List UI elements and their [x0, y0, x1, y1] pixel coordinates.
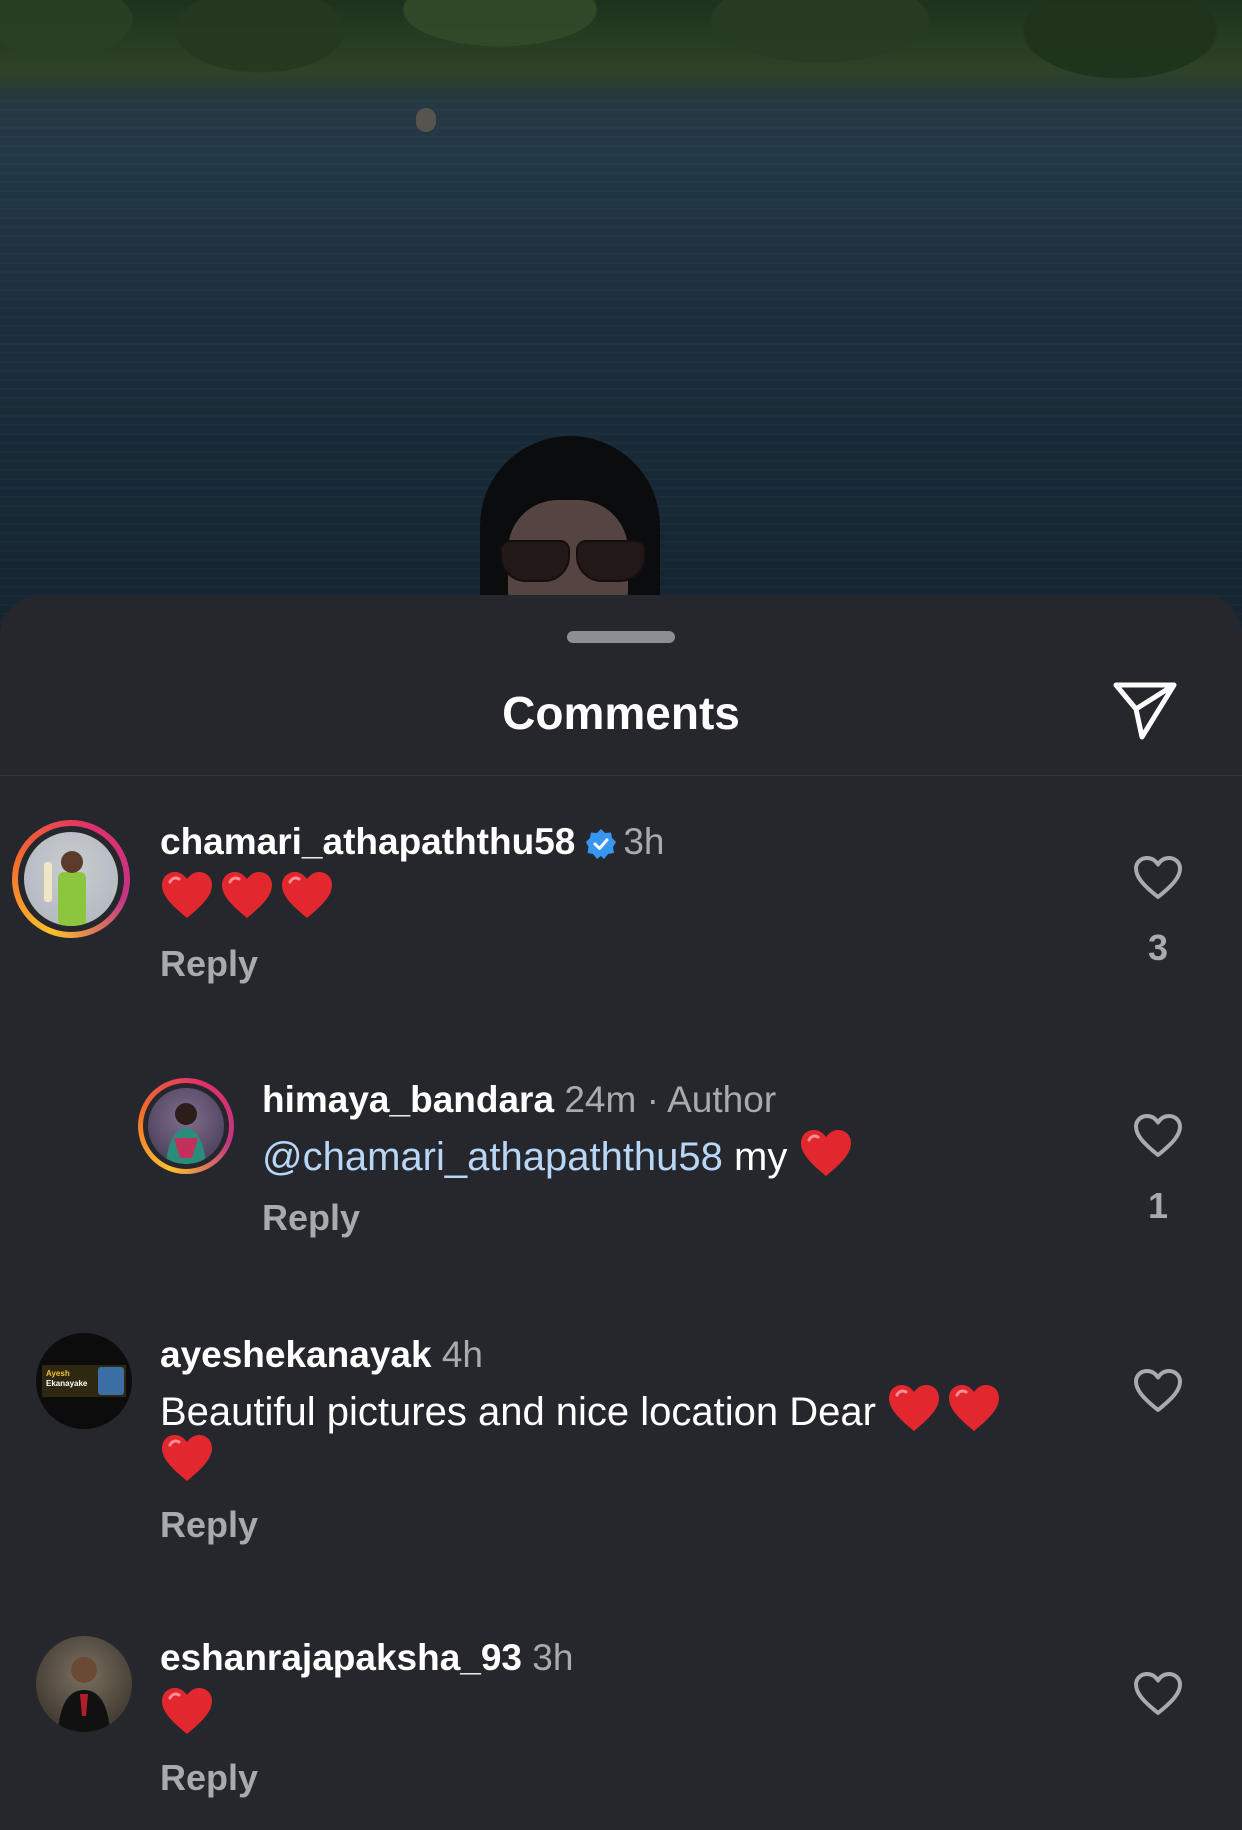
screen: Comments chamari_athapaththu58 3h Reply … [0, 0, 1242, 1830]
red-heart-emoji [280, 870, 334, 932]
like-count: 3 [1147, 927, 1169, 968]
red-heart-emoji [160, 870, 214, 932]
red-heart-emoji [160, 1433, 214, 1495]
heart-outline-icon [1134, 1114, 1182, 1157]
comments-sheet: Comments chamari_athapaththu58 3h Reply … [0, 595, 1242, 1830]
avatar-text: Ekanayake [46, 1379, 88, 1388]
comment-time: 3h [623, 821, 665, 862]
like-button[interactable] [1128, 1106, 1188, 1166]
comment-username[interactable]: ayeshekanayak [160, 1334, 432, 1375]
heart-outline-icon [1134, 856, 1182, 899]
like-button[interactable] [1128, 1664, 1188, 1724]
verified-badge-icon [586, 829, 617, 859]
sheet-drag-handle[interactable] [567, 631, 675, 643]
red-heart-emoji [947, 1383, 1001, 1445]
comment-time: 24m · Author [564, 1079, 777, 1120]
paper-plane-icon [1113, 682, 1177, 740]
share-button[interactable] [1110, 675, 1180, 745]
avatar [24, 832, 118, 926]
comment-text: @chamari_athapaththu58 my [262, 1128, 859, 1190]
comment-meta: eshanrajapaksha_93 3h [160, 1636, 573, 1680]
heart-outline-icon [1134, 1369, 1182, 1412]
comment-meta: himaya_bandara 24m · Author [262, 1078, 776, 1122]
sheet-title: Comments [502, 687, 740, 739]
comment-time: 4h [441, 1334, 483, 1375]
red-heart-emoji [160, 1686, 214, 1748]
comment-text-content: Beautiful pictures and nice location Dea… [160, 1390, 876, 1434]
like-count: 1 [1147, 1185, 1169, 1226]
red-heart-emoji [887, 1383, 941, 1445]
avatar-person-icon [58, 1657, 110, 1732]
comment-text [160, 1686, 220, 1748]
avatar[interactable] [36, 1636, 132, 1732]
reply-button[interactable]: Reply [160, 1756, 258, 1800]
avatar-person-icon [44, 851, 86, 926]
post-photo [0, 0, 1242, 640]
avatar-text: Ayesh [46, 1369, 70, 1378]
comment-text-content: my [734, 1135, 788, 1179]
like-button[interactable] [1128, 848, 1188, 908]
like-button[interactable] [1128, 1361, 1188, 1421]
avatar [148, 1088, 224, 1164]
reply-button[interactable]: Reply [262, 1196, 360, 1240]
reply-button[interactable]: Reply [160, 1503, 258, 1547]
heart-outline-icon [1134, 1672, 1182, 1715]
red-heart-emoji [220, 870, 274, 932]
comment-username[interactable]: himaya_bandara [262, 1079, 554, 1120]
comment-username[interactable]: eshanrajapaksha_93 [160, 1637, 522, 1678]
comment-meta: chamari_athapaththu58 3h [160, 820, 665, 864]
avatar-person-icon [166, 1103, 206, 1164]
avatar-story-ring[interactable] [12, 820, 130, 938]
comment-time: 3h [532, 1637, 574, 1678]
reply-button[interactable]: Reply [160, 942, 258, 986]
comment-text-wrap [160, 1433, 220, 1495]
avatar[interactable]: Ayesh Ekanayake [36, 1333, 132, 1429]
header-divider [0, 775, 1242, 776]
comment-text [160, 870, 340, 932]
comment-username[interactable]: chamari_athapaththu58 [160, 821, 575, 862]
comment-meta: ayeshekanayak 4h [160, 1333, 483, 1377]
comment-text: Beautiful pictures and nice location Dea… [160, 1383, 1007, 1445]
photo-dim-overlay [0, 0, 1242, 640]
comment-mention[interactable]: @chamari_athapaththu58 [262, 1135, 723, 1179]
red-heart-emoji [799, 1128, 853, 1190]
avatar-story-ring[interactable] [138, 1078, 234, 1174]
